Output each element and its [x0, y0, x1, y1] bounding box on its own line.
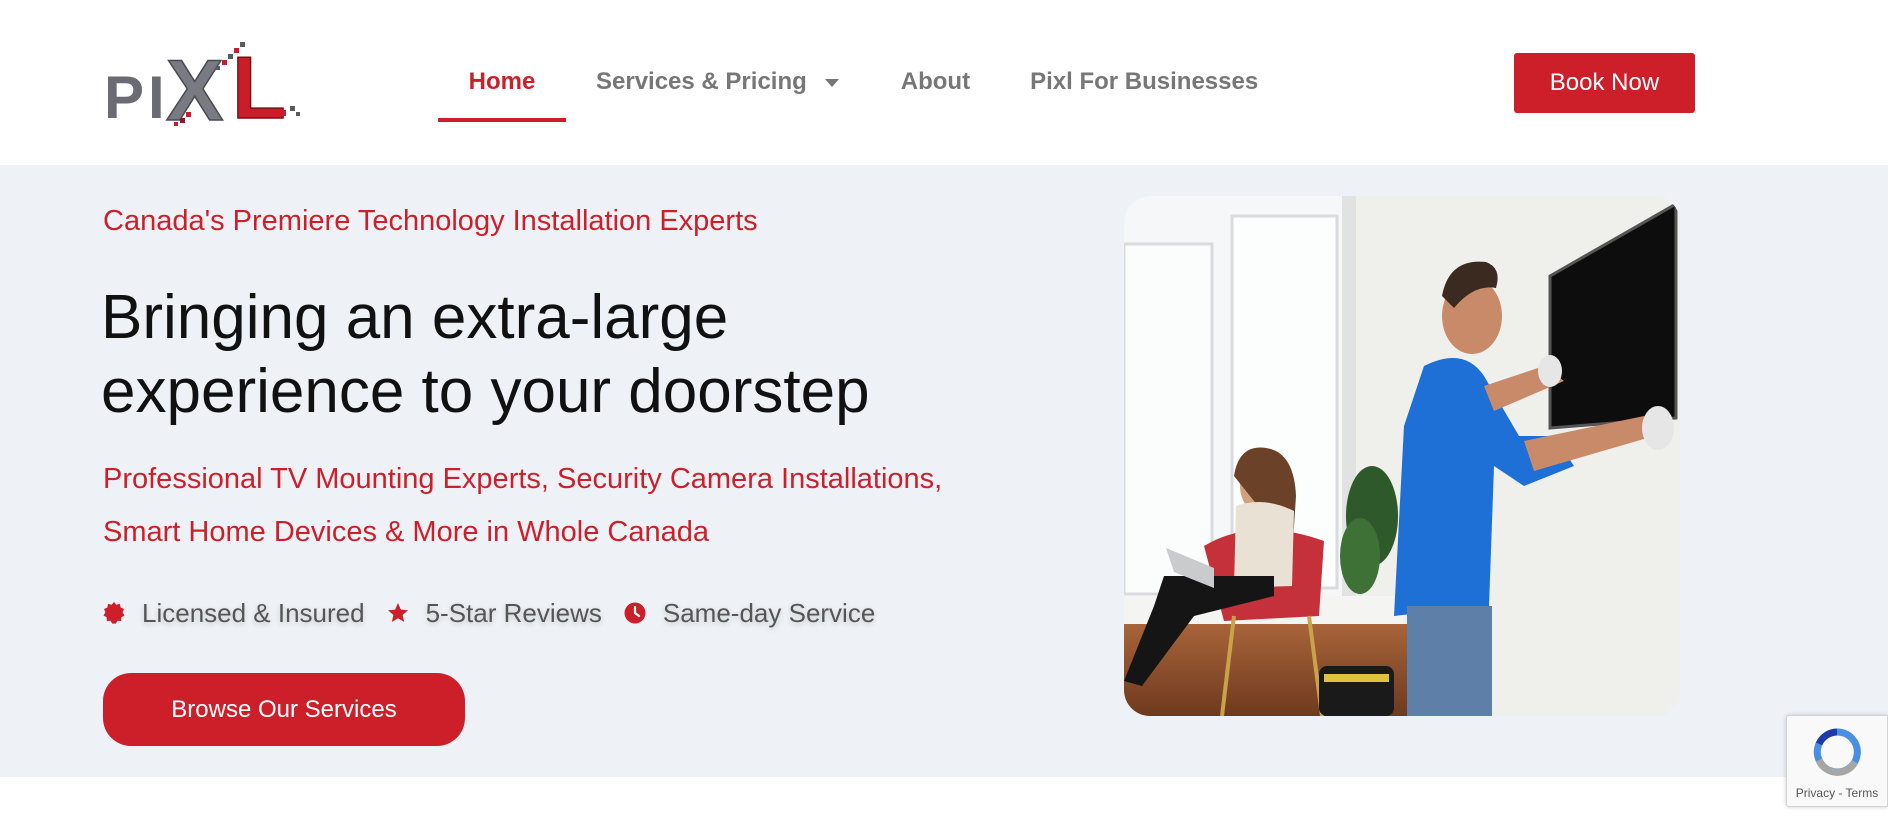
nav-services-label: Services & Pricing [596, 68, 807, 95]
hero-eyebrow: Canada's Premiere Technology Installatio… [103, 205, 758, 237]
site-header: P I X L Home Services & Pricing About Pi [0, 0, 1888, 165]
sub-line-1: Professional TV Mounting Experts, Securi… [103, 463, 943, 495]
feature-licensed: Licensed & Insured [103, 598, 365, 629]
svg-text:P: P [104, 64, 144, 130]
hero-section: Canada's Premiere Technology Installatio… [0, 165, 1888, 777]
nav-services-pricing[interactable]: Services & Pricing [596, 52, 839, 122]
feature-label: Same-day Service [662, 597, 876, 628]
svg-text:L: L [232, 38, 286, 130]
feature-list: Licensed & Insured 5-Star Reviews Same-d… [103, 598, 897, 628]
svg-text:X: X [166, 43, 223, 130]
chevron-down-icon [824, 79, 839, 87]
recaptcha-icon [1813, 728, 1861, 776]
svg-text:I: I [148, 64, 165, 130]
star-icon [387, 603, 408, 622]
nav-about[interactable]: About [901, 52, 970, 122]
nav-business-label: Pixl For Businesses [1030, 68, 1259, 95]
headline-line-1: Bringing an extra-large [101, 283, 729, 352]
badge-icon [103, 602, 125, 624]
browse-services-button[interactable]: Browse Our Services [103, 673, 465, 746]
nav-home[interactable]: Home [438, 52, 566, 122]
clock-icon [624, 602, 646, 624]
nav-home-label: Home [468, 68, 536, 95]
nav-pixl-for-businesses[interactable]: Pixl For Businesses [1030, 52, 1258, 122]
feature-same-day: Same-day Service [624, 598, 875, 629]
hero-subheading: Professional TV Mounting Experts, Securi… [103, 453, 1003, 559]
recaptcha-badge[interactable]: Privacy - Terms [1786, 715, 1888, 807]
book-now-button[interactable]: Book Now [1514, 53, 1695, 113]
feature-reviews: 5-Star Reviews [387, 598, 602, 629]
pixl-logo[interactable]: P I X L [104, 34, 304, 130]
sub-line-2: Smart Home Devices & More in Whole Canad… [103, 516, 710, 548]
feature-label: Licensed & Insured [142, 597, 365, 628]
feature-label: 5-Star Reviews [425, 597, 602, 628]
headline-line-2: experience to your doorstep [101, 357, 870, 426]
main-nav: Home Services & Pricing About Pixl For B… [438, 52, 1258, 122]
recaptcha-terms-link[interactable]: Privacy - Terms [1787, 786, 1887, 800]
nav-about-label: About [900, 68, 971, 95]
hero-image-tv-installer [1124, 196, 1680, 716]
hero-headline: Bringing an extra-large experience to yo… [101, 281, 921, 429]
